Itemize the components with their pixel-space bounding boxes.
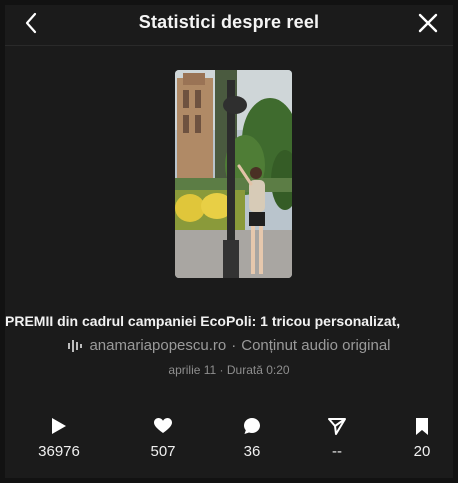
heart-icon	[154, 418, 172, 433]
audio-wave-icon	[67, 339, 83, 352]
reel-preview-image	[175, 70, 292, 278]
saves-count: 20	[413, 443, 431, 460]
chevron-left-icon	[25, 12, 37, 34]
audio-source: anamariapopescu.ro	[89, 337, 227, 354]
stats-row: 36976 507 36 -- 20	[5, 415, 453, 465]
stat-likes: 507	[123, 415, 203, 460]
stat-plays: 36976	[19, 415, 99, 460]
close-icon	[418, 13, 438, 33]
share-send-icon	[328, 418, 346, 435]
reel-date-duration: aprilie 11 · Durată 0:20	[168, 363, 290, 377]
reel-thumbnail[interactable]	[175, 70, 292, 278]
stat-comments: 36	[212, 415, 292, 460]
comments-count: 36	[243, 443, 261, 460]
back-button[interactable]	[19, 11, 43, 35]
stat-shares: --	[297, 415, 377, 460]
likes-count: 507	[150, 443, 176, 460]
play-icon	[52, 418, 66, 434]
shares-count: --	[332, 443, 342, 460]
bookmark-icon	[416, 417, 428, 435]
header: Statistici despre reel	[5, 5, 453, 41]
comment-icon	[244, 418, 260, 434]
header-divider	[5, 45, 453, 46]
reel-insights-screen: Statistici despre reel PREMII din cadrul…	[5, 5, 453, 478]
stat-saves: 20	[382, 415, 458, 460]
audio-label: Conținut audio original	[241, 337, 391, 354]
reel-caption: PREMII din cadrul campaniei EcoPoli: 1 t…	[5, 313, 401, 329]
page-title: Statistici despre reel	[138, 12, 320, 32]
plays-count: 36976	[38, 443, 80, 460]
audio-separator: ·	[231, 337, 237, 354]
close-button[interactable]	[415, 10, 441, 36]
audio-info[interactable]: anamariapopescu.ro · Conținut audio orig…	[5, 337, 453, 354]
